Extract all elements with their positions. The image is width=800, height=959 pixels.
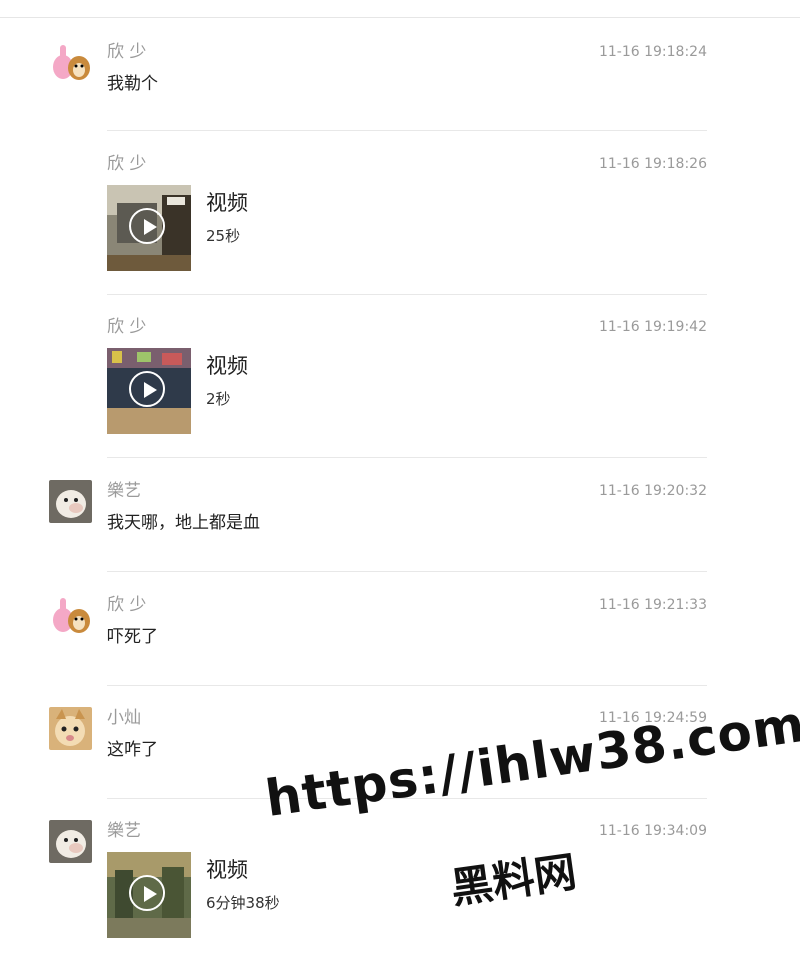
divider [107,130,707,131]
avatar[interactable] [49,820,92,863]
sender-name: 樂艺 [107,481,141,501]
sender-name: 欣 少 [107,42,147,62]
video-thumbnail[interactable] [107,852,191,938]
sender-name: 欣 少 [107,595,147,615]
top-border [0,17,800,18]
video-message[interactable]: 视频 25秒 [107,185,707,271]
video-title: 视频 [206,858,248,882]
sender-name: 樂艺 [107,821,141,841]
sender-name: 欣 少 [107,154,147,174]
message-text: 这咋了 [107,740,158,760]
timestamp: 11-16 19:34:09 [598,823,707,839]
play-icon[interactable] [129,875,165,911]
timestamp: 11-16 19:21:33 [598,597,707,613]
timestamp: 11-16 19:18:24 [598,44,707,60]
play-icon[interactable] [129,371,165,407]
video-duration: 2秒 [206,390,231,408]
sender-name: 欣 少 [107,317,147,337]
timestamp: 11-16 19:20:32 [598,483,707,499]
avatar[interactable] [49,41,92,84]
video-thumbnail[interactable] [107,185,191,271]
timestamp: 11-16 19:18:26 [598,156,707,172]
avatar[interactable] [49,480,92,523]
video-title: 视频 [206,191,248,215]
video-title: 视频 [206,354,248,378]
message-text: 我天哪，地上都是血 [107,513,260,533]
play-icon[interactable] [129,208,165,244]
timestamp: 11-16 19:19:42 [598,319,707,335]
message-text: 吓死了 [107,627,158,647]
message-text: 我勒个 [107,74,158,94]
divider [107,294,707,295]
avatar[interactable] [49,594,92,637]
divider [107,685,707,686]
video-duration: 6分钟38秒 [206,894,280,912]
avatar[interactable] [49,707,92,750]
video-message[interactable]: 视频 6分钟38秒 [107,852,707,938]
watermark-url: https://ihlw38.com [261,694,800,828]
sender-name: 小灿 [107,708,141,728]
video-duration: 25秒 [206,227,241,245]
video-message[interactable]: 视频 2秒 [107,348,707,434]
divider [107,457,707,458]
divider [107,571,707,572]
video-thumbnail[interactable] [107,348,191,434]
